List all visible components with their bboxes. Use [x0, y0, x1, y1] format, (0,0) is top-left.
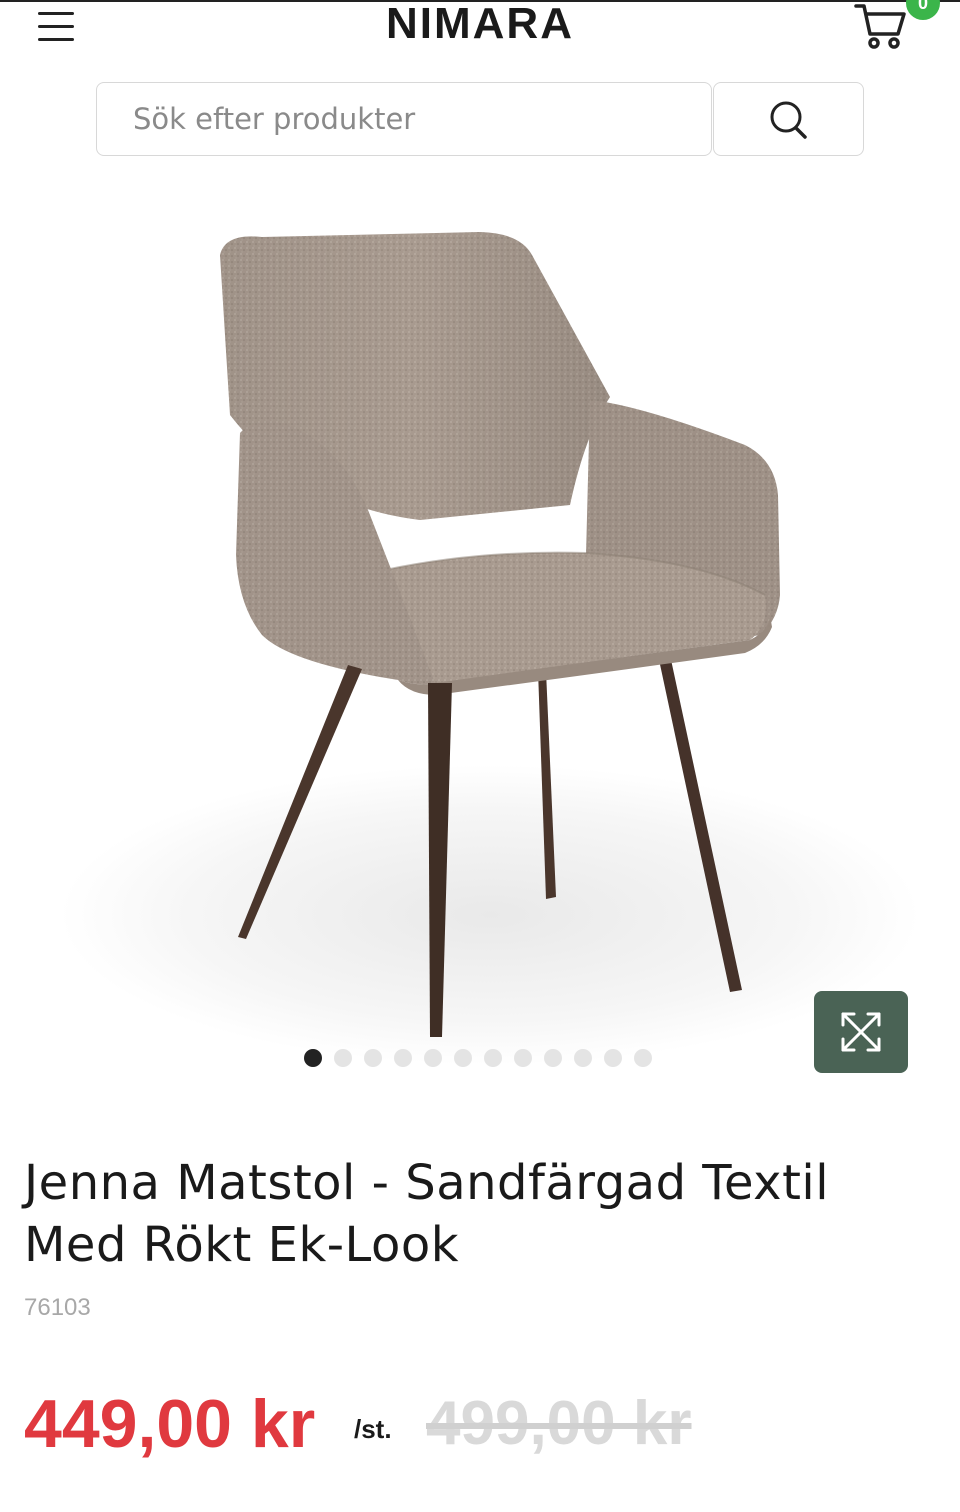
cart-icon	[854, 4, 906, 49]
price-unit: /st.	[354, 1414, 392, 1444]
product-image-chair	[60, 232, 920, 1065]
search-input[interactable]	[96, 82, 712, 156]
gallery-dot-9[interactable]	[544, 1049, 562, 1067]
gallery-dot-7[interactable]	[484, 1049, 502, 1067]
site-header: NIMARA 0	[0, 0, 960, 60]
gallery-dot-10[interactable]	[574, 1049, 592, 1067]
product-image-gallery[interactable]	[0, 175, 960, 1095]
product-title-line-1: Jenna Matstol - Sandfärgad Textil	[24, 1155, 830, 1211]
gallery-dot-11[interactable]	[604, 1049, 622, 1067]
sale-price: 449,00 kr	[24, 1386, 316, 1462]
gallery-dot-2[interactable]	[334, 1049, 352, 1067]
search-bar	[96, 82, 864, 156]
expand-arrows-icon	[841, 1012, 881, 1052]
product-title: Jenna Matstol - Sandfärgad Textil Med Rö…	[24, 1152, 944, 1276]
product-title-line-2: Med Rökt Ek-Look	[24, 1217, 459, 1273]
search-button[interactable]	[713, 82, 864, 156]
fullscreen-expand-button[interactable]	[814, 991, 908, 1073]
gallery-pagination	[304, 1049, 652, 1067]
gallery-dot-3[interactable]	[364, 1049, 382, 1067]
site-logo[interactable]: NIMARA	[0, 0, 960, 48]
gallery-dot-6[interactable]	[454, 1049, 472, 1067]
gallery-dot-1[interactable]	[304, 1049, 322, 1067]
gallery-dot-12[interactable]	[634, 1049, 652, 1067]
gallery-dot-8[interactable]	[514, 1049, 532, 1067]
gallery-dot-5[interactable]	[424, 1049, 442, 1067]
original-price: 499,00 kr	[426, 1389, 692, 1458]
gallery-dot-4[interactable]	[394, 1049, 412, 1067]
product-sku: 76103	[24, 1294, 91, 1321]
search-icon	[770, 101, 807, 139]
